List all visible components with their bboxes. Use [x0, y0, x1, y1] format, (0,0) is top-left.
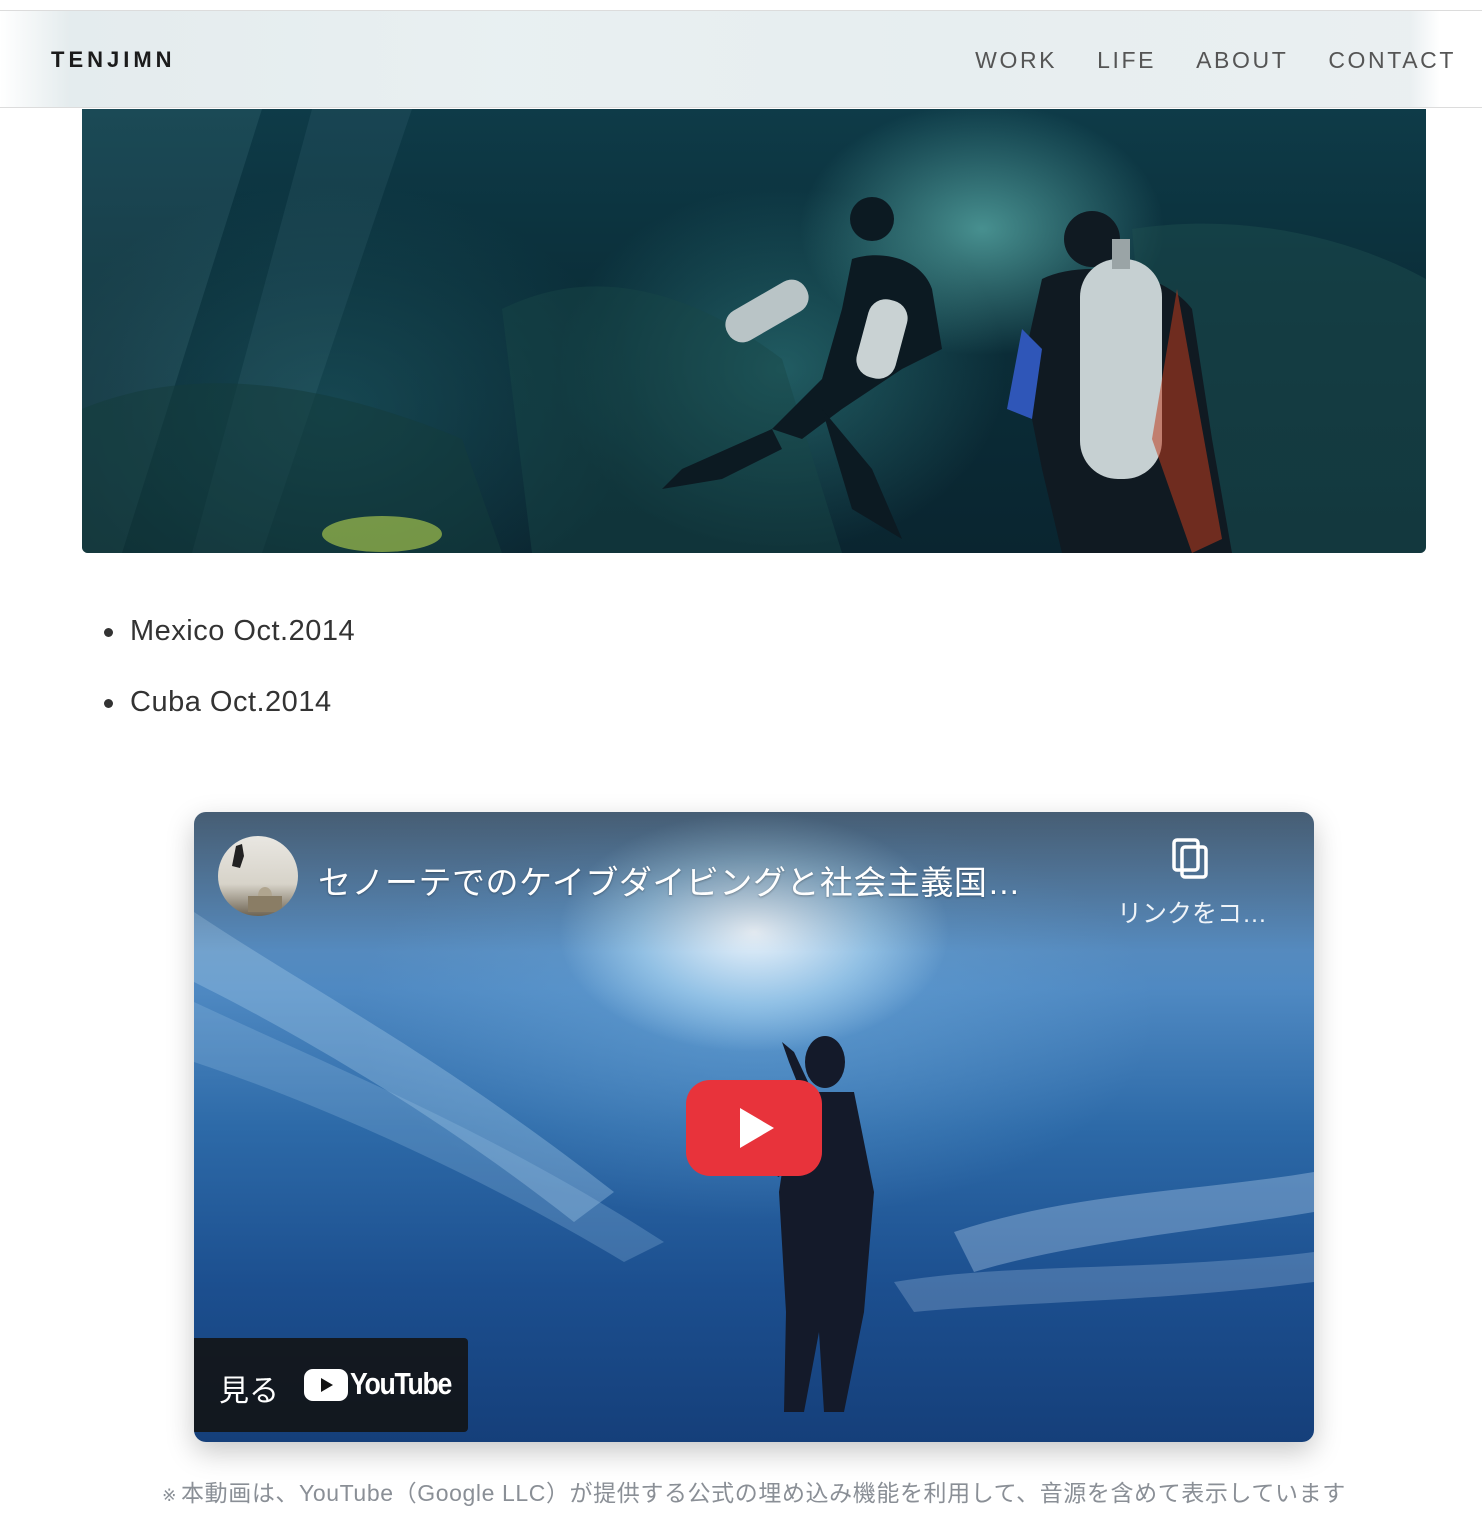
nav-work[interactable]: WORK — [975, 47, 1057, 74]
note-text: 本動画は、YouTube（Google LLC）が提供する公式の埋め込み機能を利… — [181, 1480, 1346, 1506]
hero-scene — [82, 109, 1426, 553]
copy-link-label: リンクをコ… — [1116, 900, 1267, 928]
site-logo[interactable]: TENJIMN — [51, 47, 176, 73]
play-icon — [686, 1080, 822, 1176]
list-item: Mexico Oct.2014 — [102, 612, 355, 683]
play-button[interactable] — [686, 1080, 822, 1176]
bullet-icon — [104, 628, 113, 637]
nav-life[interactable]: LIFE — [1097, 47, 1156, 74]
copy-link-button[interactable]: リンクをコ… — [1112, 838, 1272, 928]
site-header: TENJIMN WORK LIFE ABOUT CONTACT — [0, 10, 1482, 108]
video-disclaimer: ※ 本動画は、YouTube（Google LLC）が提供する公式の埋め込み機能を… — [0, 1474, 1482, 1508]
watch-on-youtube-button[interactable]: 見る YouTube — [194, 1338, 468, 1432]
hero-diving-photo — [82, 109, 1426, 553]
page: TENJIMN WORK LIFE ABOUT CONTACT Mexico O… — [0, 0, 1482, 1534]
trip-list: Mexico Oct.2014 Cuba Oct.2014 — [102, 612, 355, 754]
note-mark: ※ — [162, 1486, 178, 1505]
trip-label: Mexico Oct.2014 — [130, 615, 356, 647]
list-item: Cuba Oct.2014 — [102, 683, 355, 754]
trip-label: Cuba Oct.2014 — [130, 686, 332, 718]
avatar-image — [232, 844, 282, 912]
nav-contact[interactable]: CONTACT — [1328, 47, 1456, 74]
youtube-logo-icon — [304, 1369, 348, 1401]
youtube-wordmark: YouTube — [350, 1366, 452, 1401]
main-nav: WORK LIFE ABOUT CONTACT — [975, 47, 1456, 74]
copy-icon — [1172, 838, 1208, 879]
nav-about[interactable]: ABOUT — [1196, 47, 1288, 74]
youtube-logo: YouTube — [304, 1366, 452, 1406]
bullet-icon — [104, 699, 113, 708]
watch-label: 見る — [219, 1375, 279, 1408]
youtube-embed[interactable]: セノーテでのケイブダイビングと社会主義国… リンクをコ… 見る YouTube — [194, 812, 1314, 1442]
channel-avatar[interactable] — [218, 836, 298, 916]
video-title[interactable]: セノーテでのケイブダイビングと社会主義国… — [318, 856, 1021, 904]
